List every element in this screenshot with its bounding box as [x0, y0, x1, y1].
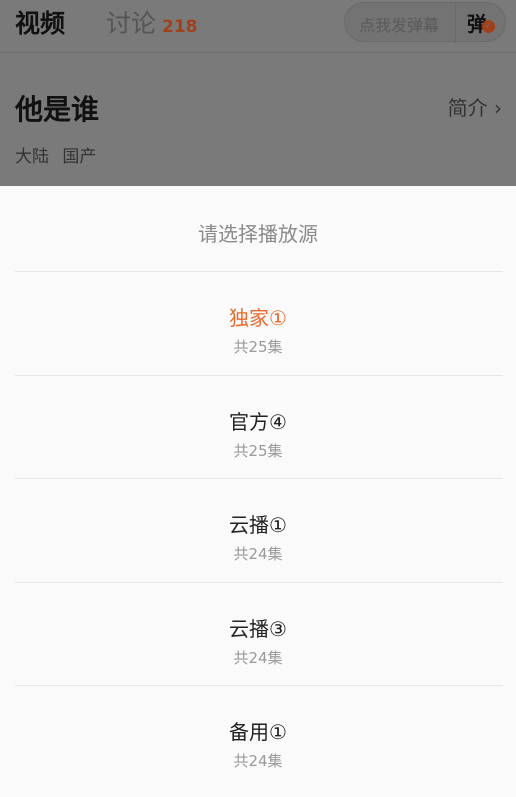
source-item-0[interactable]: 独家① 共25集	[0, 272, 516, 375]
check-icon: ✓	[482, 20, 495, 33]
show-title: 他是谁	[15, 93, 100, 126]
discuss-count-badge: 218	[162, 17, 198, 37]
header-divider	[0, 52, 516, 53]
source-episode-count: 共24集	[233, 545, 283, 563]
tag-region: 大陆	[15, 147, 49, 167]
source-item-2[interactable]: 云播① 共24集	[0, 479, 516, 582]
source-picker-sheet: 请选择播放源 独家① 共25集 官方④ 共25集 云播① 共24集 云播③ 共2…	[0, 186, 516, 797]
source-item-4[interactable]: 备用① 共24集	[0, 686, 516, 789]
tag-origin: 国产	[62, 147, 97, 167]
source-name: 云播③	[229, 617, 287, 641]
source-episode-count: 共25集	[233, 442, 283, 460]
source-item-1[interactable]: 官方④ 共25集	[0, 376, 516, 479]
intro-link[interactable]: 简介 ›	[448, 92, 502, 121]
show-tags: 大陆 国产	[15, 142, 104, 167]
danmaku-separator	[455, 3, 456, 43]
source-episode-count: 共24集	[233, 752, 283, 770]
source-name: 备用①	[229, 720, 287, 744]
tab-discuss[interactable]: 讨论	[106, 4, 156, 40]
background-page: 视频 讨论 218 点我发弹幕 弹 ✓ 他是谁 简介 › 大陆 国产	[0, 0, 516, 186]
source-name: 云播①	[229, 513, 287, 537]
source-name: 官方④	[229, 410, 287, 434]
sheet-title: 请选择播放源	[198, 222, 318, 246]
danmaku-input[interactable]: 点我发弹幕 弹 ✓	[344, 2, 506, 43]
source-name: 独家①	[229, 306, 287, 330]
source-episode-count: 共25集	[233, 338, 283, 356]
tab-video[interactable]: 视频	[15, 4, 65, 40]
source-item-3[interactable]: 云播③ 共24集	[0, 583, 516, 686]
source-episode-count: 共24集	[233, 649, 283, 667]
danmaku-placeholder: 点我发弹幕	[359, 16, 440, 35]
tab-bar: 视频 讨论 218 点我发弹幕 弹 ✓	[0, 0, 516, 46]
